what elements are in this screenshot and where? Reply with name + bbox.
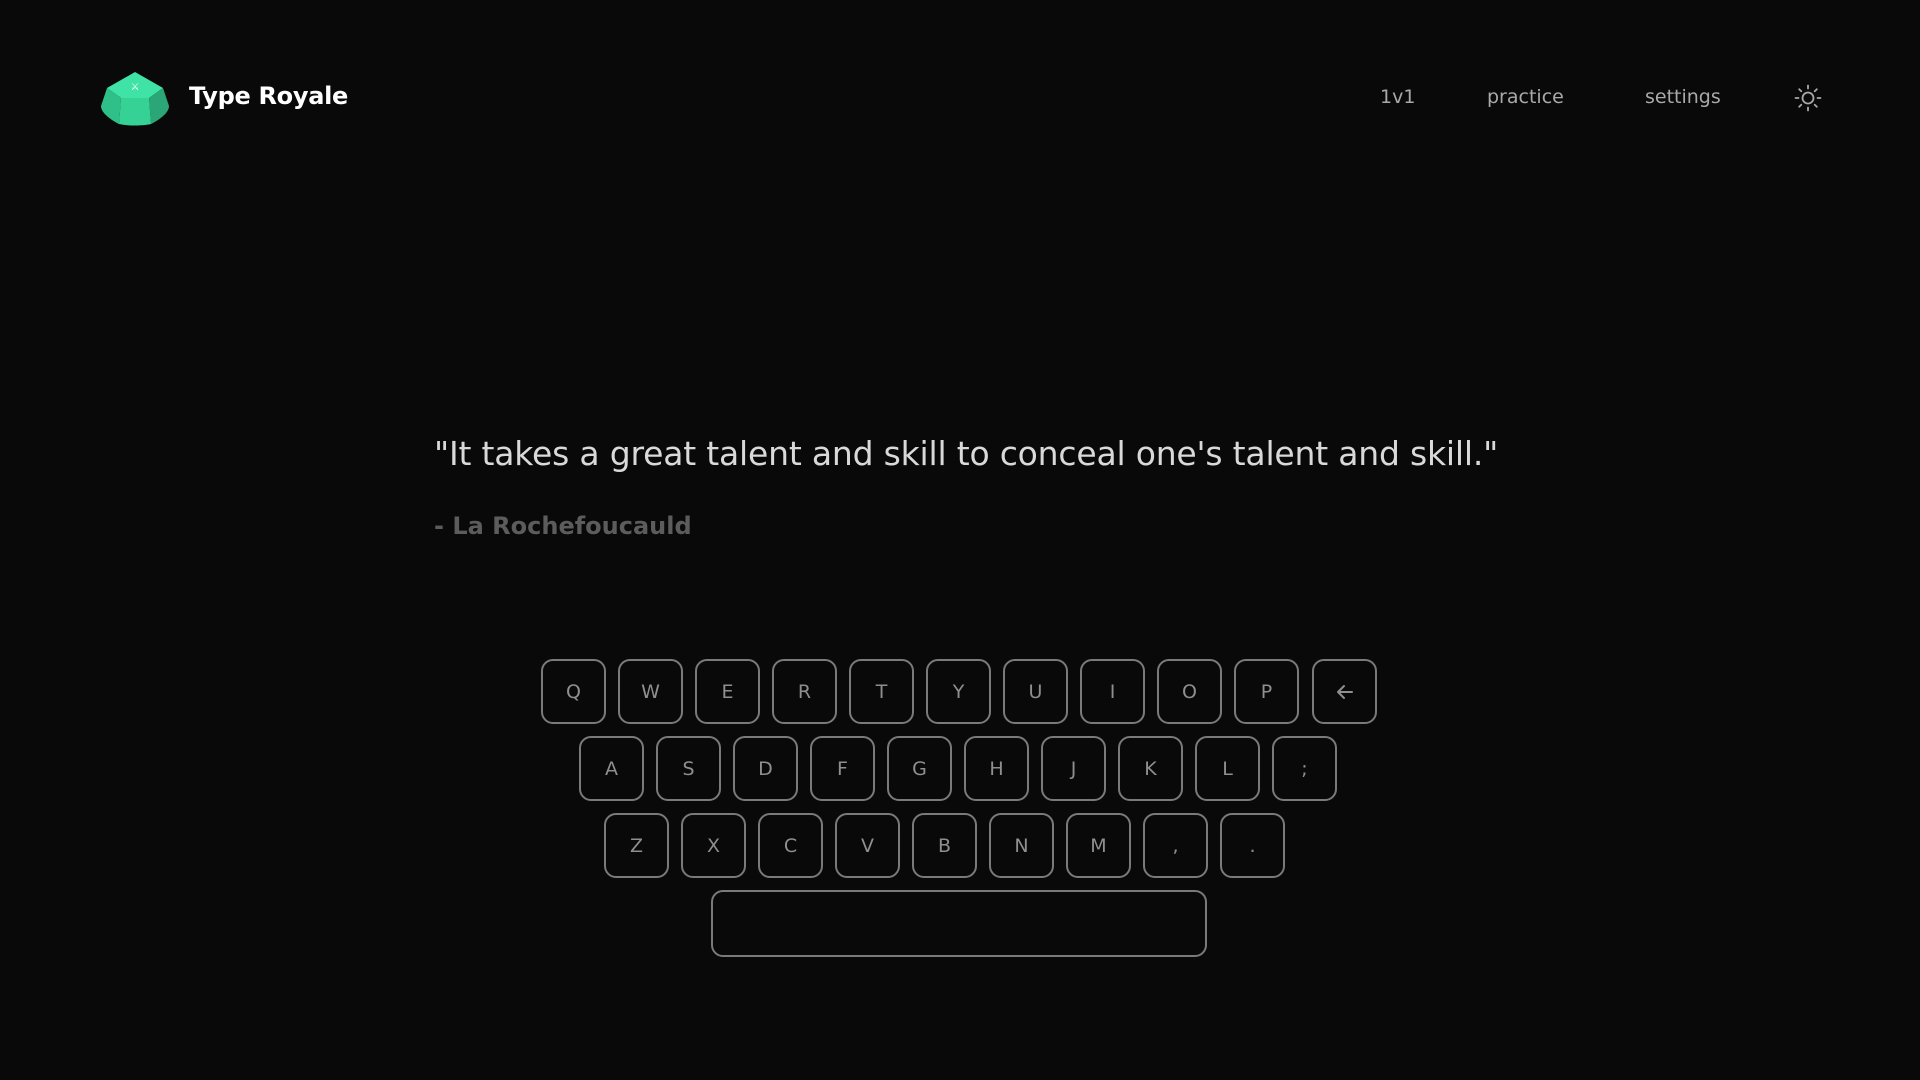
key-s[interactable]: S	[656, 736, 721, 801]
key-comma[interactable]: ,	[1143, 813, 1208, 878]
key-u[interactable]: U	[1003, 659, 1068, 724]
key-b[interactable]: B	[912, 813, 977, 878]
keycap-logo-icon[interactable]: ⚔	[99, 68, 171, 126]
nav-settings-link[interactable]: settings	[1645, 86, 1721, 108]
sun-icon[interactable]	[1794, 84, 1822, 112]
arrow-left-icon	[1336, 684, 1353, 699]
space-key[interactable]	[711, 890, 1207, 957]
key-h[interactable]: H	[964, 736, 1029, 801]
header: ⚔ Type Royale 1v1 practice settings	[0, 0, 1920, 200]
key-c[interactable]: C	[758, 813, 823, 878]
quote-author: - La Rochefoucauld	[434, 512, 692, 540]
key-a[interactable]: A	[579, 736, 644, 801]
key-semicolon[interactable]: ;	[1272, 736, 1337, 801]
key-o[interactable]: O	[1157, 659, 1222, 724]
key-t[interactable]: T	[849, 659, 914, 724]
nav-practice-link[interactable]: practice	[1487, 86, 1564, 108]
key-v[interactable]: V	[835, 813, 900, 878]
key-w[interactable]: W	[618, 659, 683, 724]
key-d[interactable]: D	[733, 736, 798, 801]
key-m[interactable]: M	[1066, 813, 1131, 878]
key-i[interactable]: I	[1080, 659, 1145, 724]
svg-text:⚔: ⚔	[131, 82, 140, 93]
brand-name[interactable]: Type Royale	[189, 82, 348, 110]
key-z[interactable]: Z	[604, 813, 669, 878]
key-y[interactable]: Y	[926, 659, 991, 724]
key-n[interactable]: N	[989, 813, 1054, 878]
backspace-key[interactable]	[1312, 659, 1377, 724]
key-e[interactable]: E	[695, 659, 760, 724]
key-period[interactable]: .	[1220, 813, 1285, 878]
key-p[interactable]: P	[1234, 659, 1299, 724]
key-q[interactable]: Q	[541, 659, 606, 724]
key-l[interactable]: L	[1195, 736, 1260, 801]
quote-text: "It takes a great talent and skill to co…	[434, 434, 1499, 473]
key-r[interactable]: R	[772, 659, 837, 724]
key-k[interactable]: K	[1118, 736, 1183, 801]
key-f[interactable]: F	[810, 736, 875, 801]
nav-1v1-link[interactable]: 1v1	[1380, 86, 1415, 108]
key-g[interactable]: G	[887, 736, 952, 801]
key-j[interactable]: J	[1041, 736, 1106, 801]
key-x[interactable]: X	[681, 813, 746, 878]
